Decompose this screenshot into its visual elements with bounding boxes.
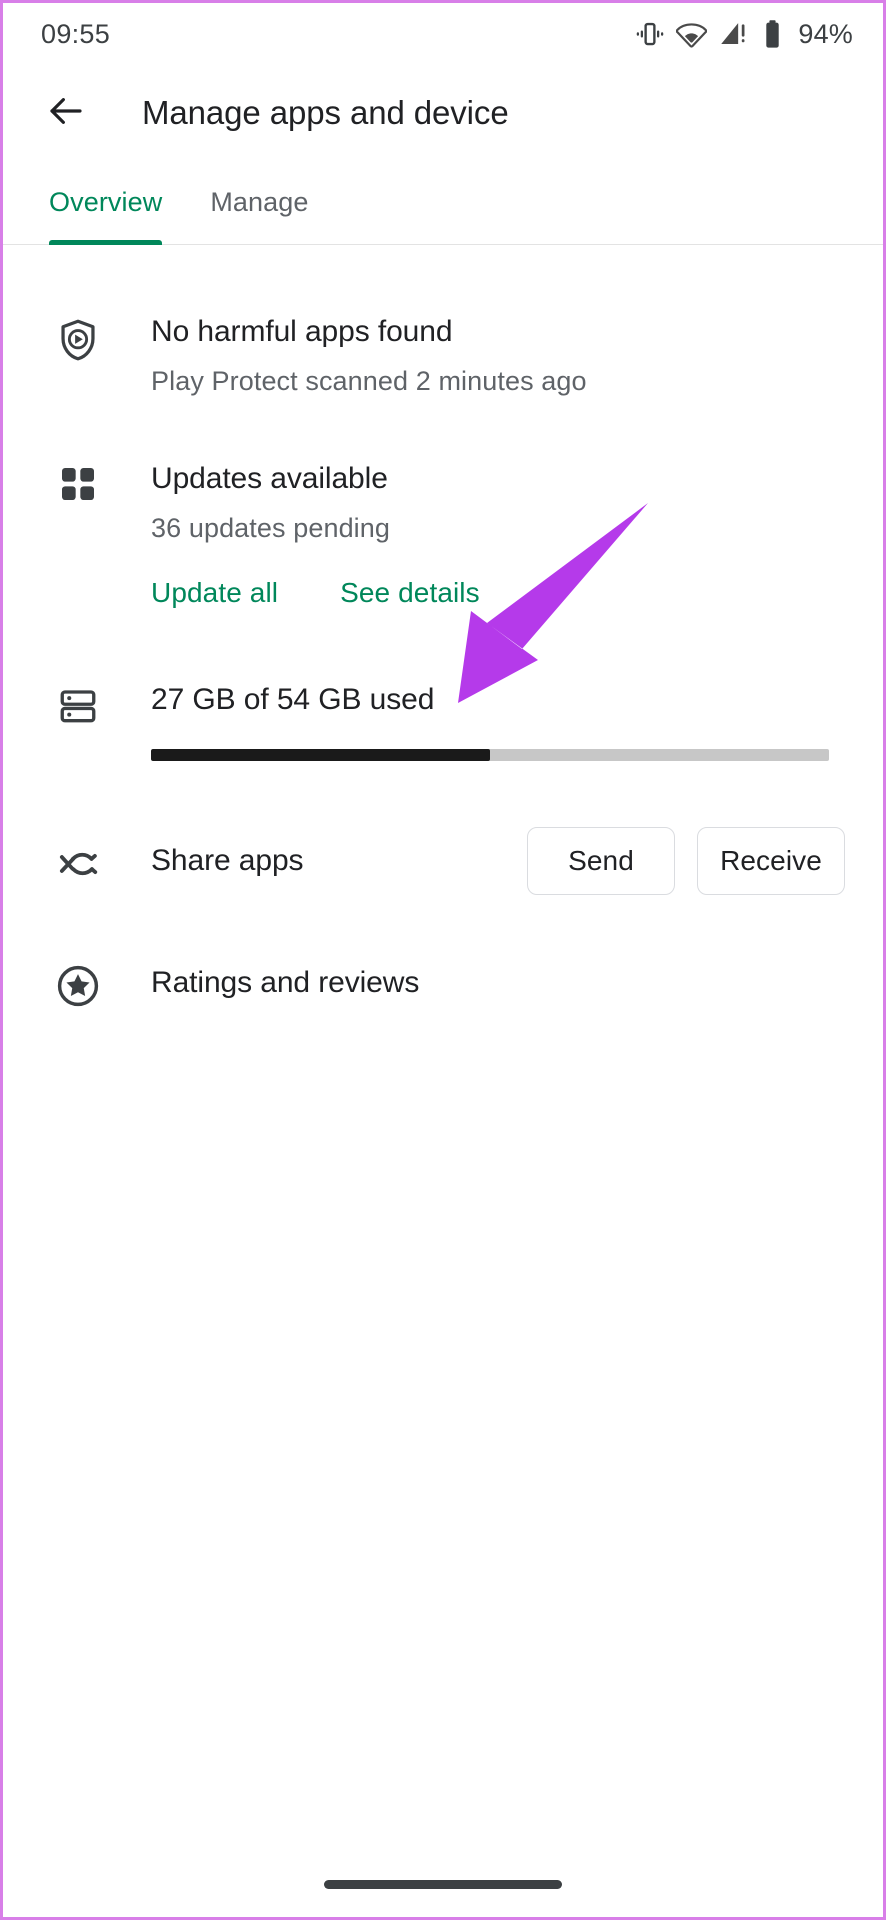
updates-body: Updates available 36 updates pending Upd… <box>107 458 845 609</box>
see-details-button[interactable]: See details <box>340 577 480 609</box>
ratings-body: Ratings and reviews <box>107 966 845 1000</box>
play-protect-shield-icon <box>49 311 107 402</box>
status-bar: 09:55 94% <box>3 3 883 65</box>
storage-title: 27 GB of 54 GB used <box>151 683 435 716</box>
status-icon-group: 94% <box>635 19 853 50</box>
share-apps-label: Share apps <box>151 844 304 877</box>
tab-bar: Overview Manage <box>3 161 883 245</box>
status-time: 09:55 <box>41 18 111 49</box>
play-protect-subtitle: Play Protect scanned 2 minutes ago <box>151 366 587 396</box>
wifi-icon <box>676 19 708 50</box>
updates-row[interactable]: Updates available 36 updates pending Upd… <box>3 458 883 609</box>
tab-manage[interactable]: Manage <box>210 161 308 244</box>
home-indicator[interactable] <box>324 1880 562 1889</box>
overview-list: No harmful apps found Play Protect scann… <box>3 245 883 1009</box>
storage-icon <box>49 679 107 761</box>
share-apps-row[interactable]: Share apps Send Receive <box>3 827 883 895</box>
play-protect-title: No harmful apps found <box>151 315 453 348</box>
play-protect-row[interactable]: No harmful apps found Play Protect scann… <box>3 311 883 402</box>
tab-manage-label: Manage <box>210 187 309 217</box>
receive-button[interactable]: Receive <box>697 827 845 895</box>
share-apps-icon <box>49 836 107 886</box>
cellular-signal-alert-icon <box>718 19 749 50</box>
phone-screen: 09:55 94% Manage apps and device Overvie… <box>0 0 886 1920</box>
tab-overview-label: Overview <box>49 187 163 217</box>
battery-icon <box>760 19 785 50</box>
send-button[interactable]: Send <box>527 827 675 895</box>
storage-progress-fill <box>151 749 490 761</box>
storage-row[interactable]: 27 GB of 54 GB used <box>3 679 883 761</box>
share-apps-buttons: Send Receive <box>527 827 845 895</box>
update-all-button[interactable]: Update all <box>151 577 278 609</box>
battery-percent-label: 94% <box>798 18 853 49</box>
arrow-back-icon <box>45 90 87 137</box>
updates-subtitle: 36 updates pending <box>151 513 391 543</box>
play-protect-body: No harmful apps found Play Protect scann… <box>107 311 845 402</box>
updates-actions: Update all See details <box>151 577 845 609</box>
storage-body: 27 GB of 54 GB used <box>107 679 845 761</box>
ratings-label: Ratings and reviews <box>151 966 420 999</box>
share-apps-body: Share apps Send Receive <box>107 827 845 895</box>
updates-title: Updates available <box>151 462 388 495</box>
back-button[interactable] <box>35 82 97 144</box>
app-bar: Manage apps and device <box>3 65 883 161</box>
tab-overview[interactable]: Overview <box>49 161 163 245</box>
star-circle-icon <box>49 957 107 1009</box>
vibrate-icon <box>635 19 665 49</box>
apps-grid-icon <box>49 458 107 609</box>
page-title: Manage apps and device <box>142 94 509 131</box>
ratings-and-reviews-row[interactable]: Ratings and reviews <box>3 957 883 1009</box>
storage-progress-bar <box>151 749 829 761</box>
